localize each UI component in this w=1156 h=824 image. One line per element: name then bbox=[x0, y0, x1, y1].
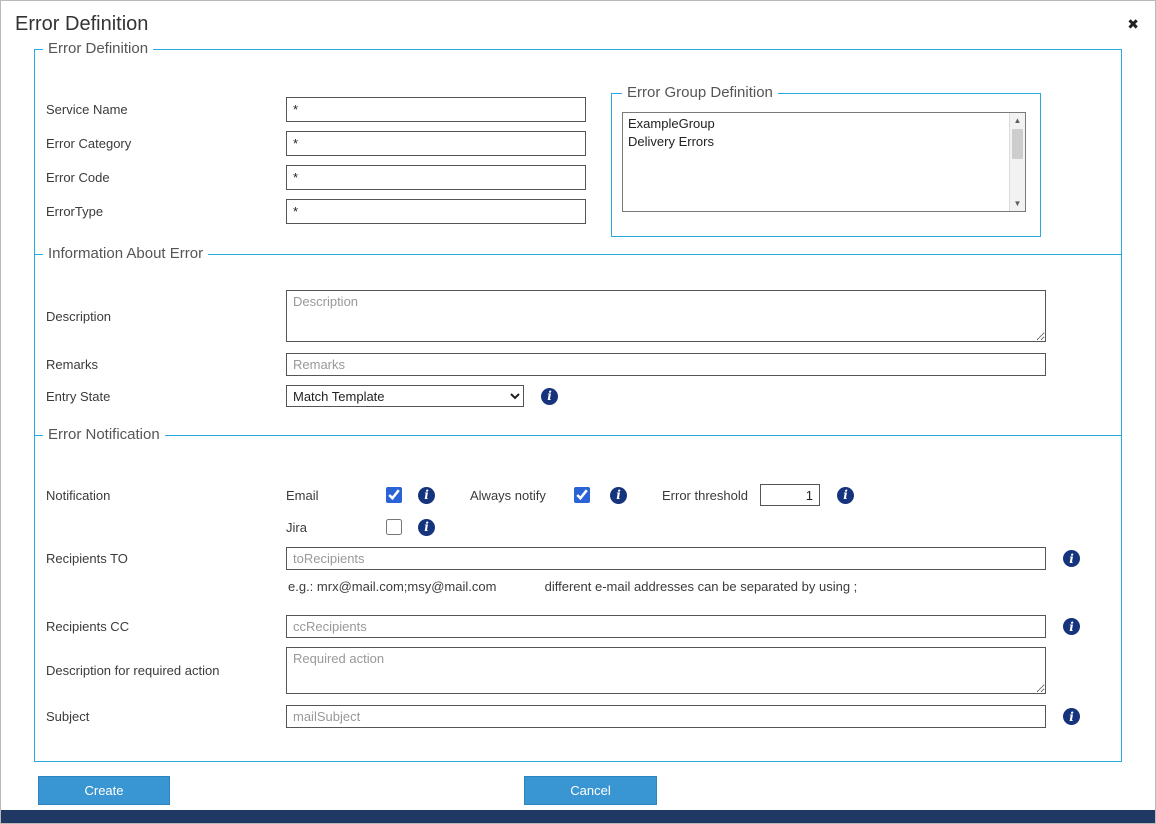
required-action-row: Description for required action bbox=[35, 647, 1121, 694]
error-threshold-input[interactable] bbox=[760, 484, 820, 506]
jira-row: Jira i bbox=[35, 516, 1121, 538]
error-definition-fieldset: Error Definition Service Name Error Cate… bbox=[34, 49, 1122, 762]
error-threshold-info-icon[interactable]: i bbox=[837, 487, 854, 504]
dialog-buttons: Create Cancel bbox=[38, 776, 1155, 805]
error-group-option[interactable]: ExampleGroup bbox=[623, 113, 1025, 133]
description-textarea[interactable] bbox=[286, 290, 1046, 342]
error-type-input[interactable] bbox=[286, 199, 586, 224]
entry-state-select[interactable]: Match Template bbox=[286, 385, 524, 407]
recipients-to-info-icon[interactable]: i bbox=[1063, 550, 1080, 567]
error-group-option[interactable]: Delivery Errors bbox=[623, 133, 1025, 151]
subject-info-icon[interactable]: i bbox=[1063, 708, 1080, 725]
notification-label: Notification bbox=[35, 488, 286, 503]
required-action-textarea[interactable] bbox=[286, 647, 1046, 694]
error-threshold-label: Error threshold bbox=[662, 488, 748, 503]
email-label: Email bbox=[286, 488, 386, 503]
always-notify-checkbox[interactable] bbox=[574, 487, 590, 503]
recipients-to-row: Recipients TO i bbox=[35, 547, 1121, 570]
recipients-to-label: Recipients TO bbox=[35, 551, 286, 566]
section-error-notification: Error Notification Notification Email i … bbox=[35, 435, 1121, 761]
error-category-input[interactable] bbox=[286, 131, 586, 156]
error-group-definition-fieldset: Error Group Definition ExampleGroup Deli… bbox=[611, 93, 1041, 237]
error-group-listbox[interactable]: ExampleGroup Delivery Errors ▲ ▼ bbox=[622, 112, 1026, 212]
subject-row: Subject i bbox=[35, 705, 1121, 728]
recipients-hint-example: e.g.: mrx@mail.com;msy@mail.com bbox=[288, 579, 541, 594]
jira-label: Jira bbox=[286, 520, 386, 535]
dialog-titlebar: Error Definition ✖ bbox=[1, 1, 1155, 36]
entry-state-label: Entry State bbox=[35, 389, 286, 404]
service-name-label: Service Name bbox=[35, 102, 286, 117]
recipients-cc-label: Recipients CC bbox=[35, 619, 286, 634]
required-action-label: Description for required action bbox=[35, 663, 286, 678]
section-information-about-error: Information About Error Description Rema… bbox=[35, 254, 1121, 435]
error-type-label: ErrorType bbox=[35, 204, 286, 219]
recipients-cc-info-icon[interactable]: i bbox=[1063, 618, 1080, 635]
error-notification-legend: Error Notification bbox=[43, 426, 165, 443]
error-group-definition-legend: Error Group Definition bbox=[622, 84, 778, 101]
scrollbar-thumb[interactable] bbox=[1012, 129, 1023, 159]
description-row: Description bbox=[35, 290, 1121, 342]
error-category-label: Error Category bbox=[35, 136, 286, 151]
listbox-scrollbar[interactable]: ▲ ▼ bbox=[1009, 113, 1025, 211]
error-code-label: Error Code bbox=[35, 170, 286, 185]
cancel-button[interactable]: Cancel bbox=[524, 776, 657, 805]
subject-input[interactable] bbox=[286, 705, 1046, 728]
error-code-input[interactable] bbox=[286, 165, 586, 190]
information-about-error-legend: Information About Error bbox=[43, 245, 208, 262]
remarks-input[interactable] bbox=[286, 353, 1046, 376]
footer-bar bbox=[1, 810, 1155, 823]
recipients-cc-input[interactable] bbox=[286, 615, 1046, 638]
scroll-down-icon[interactable]: ▼ bbox=[1010, 196, 1025, 211]
recipients-hint: e.g.: mrx@mail.com;msy@mail.com differen… bbox=[288, 579, 1121, 594]
service-name-input[interactable] bbox=[286, 97, 586, 122]
always-notify-info-icon[interactable]: i bbox=[610, 487, 627, 504]
subject-label: Subject bbox=[35, 709, 286, 724]
create-button[interactable]: Create bbox=[38, 776, 170, 805]
recipients-cc-row: Recipients CC i bbox=[35, 615, 1121, 638]
description-label: Description bbox=[35, 309, 286, 324]
jira-info-icon[interactable]: i bbox=[418, 519, 435, 536]
remarks-row: Remarks bbox=[35, 353, 1121, 376]
remarks-label: Remarks bbox=[35, 357, 286, 372]
entry-state-info-icon[interactable]: i bbox=[541, 388, 558, 405]
notification-row: Notification Email i Always notify i Err… bbox=[35, 484, 1121, 506]
jira-checkbox[interactable] bbox=[386, 519, 402, 535]
close-icon[interactable]: ✖ bbox=[1127, 17, 1139, 31]
error-definition-dialog: Error Definition ✖ Error Definition Serv… bbox=[0, 0, 1156, 824]
recipients-hint-note: different e-mail addresses can be separa… bbox=[545, 579, 858, 594]
page-title: Error Definition bbox=[15, 13, 148, 36]
scroll-up-icon[interactable]: ▲ bbox=[1010, 113, 1025, 128]
recipients-to-input[interactable] bbox=[286, 547, 1046, 570]
email-checkbox[interactable] bbox=[386, 487, 402, 503]
always-notify-label: Always notify bbox=[470, 488, 574, 503]
entry-state-row: Entry State Match Template i bbox=[35, 385, 1121, 407]
email-info-icon[interactable]: i bbox=[418, 487, 435, 504]
section-error-definition: Service Name Error Category Error Code E… bbox=[35, 50, 1121, 254]
